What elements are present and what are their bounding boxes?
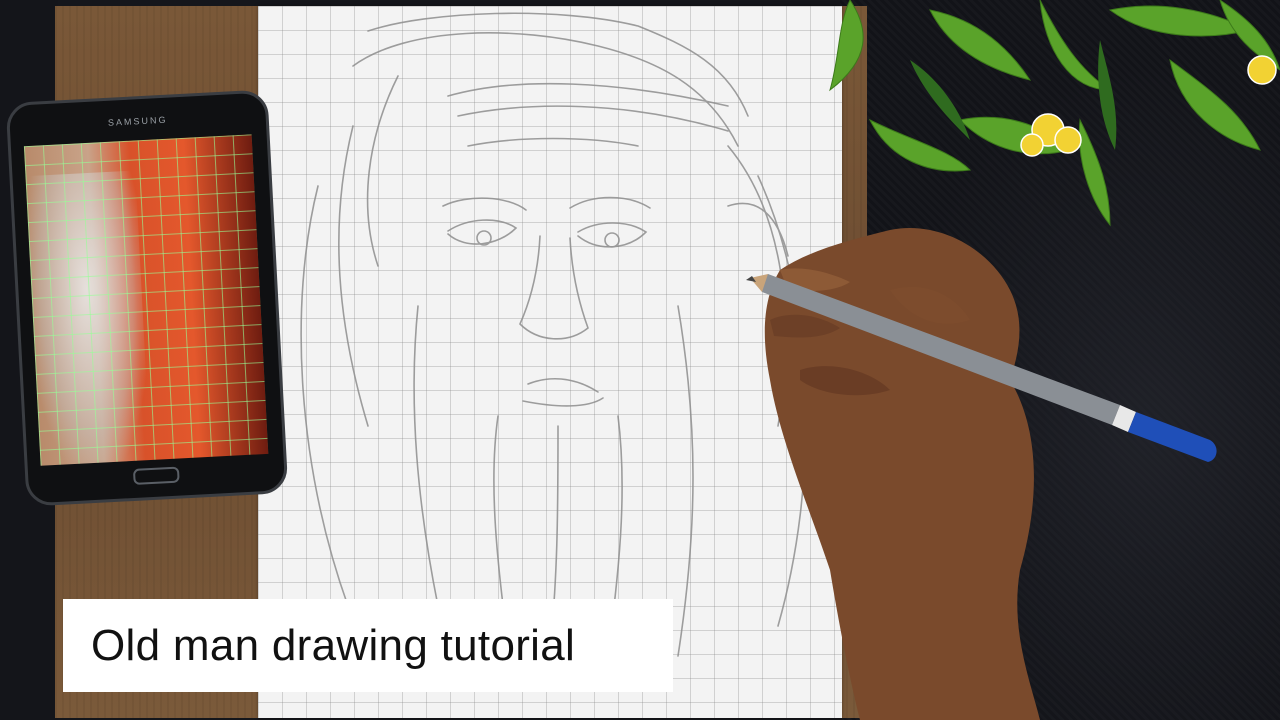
smartphone: SAMSUNG bbox=[5, 89, 289, 507]
phone-home-button bbox=[132, 466, 180, 485]
plant-leaves bbox=[829, 0, 1280, 227]
video-title: Old man drawing tutorial bbox=[91, 620, 576, 670]
reference-grid-overlay bbox=[23, 134, 269, 466]
photo-scene: SAMSUNG Old man drawing tutorial bbox=[0, 0, 1280, 720]
hand-with-pencil bbox=[746, 228, 1217, 720]
phone-screen-reference-photo bbox=[23, 134, 269, 466]
caption-box: Old man drawing tutorial bbox=[63, 599, 673, 692]
